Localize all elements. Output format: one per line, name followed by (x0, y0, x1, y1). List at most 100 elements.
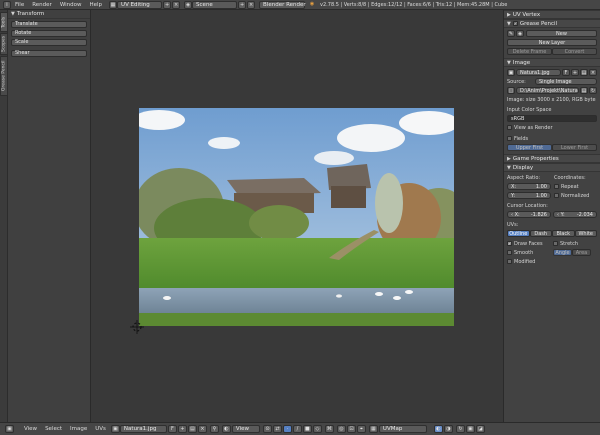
island-select-icon[interactable]: ◇ (312, 425, 322, 433)
aspect-y-field[interactable]: Y: 1.00 (507, 192, 551, 199)
uv-map-icon[interactable]: ▦ (368, 425, 378, 433)
grease-pencil-checkbox[interactable]: ✓ (512, 21, 518, 26)
image-panel-header[interactable]: ▼ Image (504, 58, 600, 67)
color-space-select[interactable]: sRGB (507, 115, 597, 122)
grease-new-button[interactable]: New (526, 30, 597, 37)
scene-select[interactable]: Scene (192, 0, 238, 9)
render-engine-select[interactable]: Blender Render (259, 0, 306, 9)
screen-layout-select[interactable]: UV Editing (117, 0, 163, 9)
menu-file[interactable]: File (11, 2, 28, 8)
filepath-field[interactable]: D:\Anim\Projekt\Natura1.jpg (516, 87, 579, 94)
browse-file-icon[interactable]: ▤ (580, 87, 588, 94)
face-select-icon[interactable]: ■ (302, 425, 312, 433)
stretch-checkbox[interactable] (553, 241, 558, 246)
lower-first-button[interactable]: Lower First (552, 144, 597, 151)
image-browse-icon[interactable]: ▣ (507, 69, 515, 76)
stretch-angle-button[interactable]: Angle (553, 249, 572, 256)
smooth-checkbox[interactable] (507, 250, 512, 255)
cursor-x-field[interactable]: ‹ X: -1.826 (507, 211, 551, 218)
scale-button[interactable]: Scale (11, 39, 87, 46)
game-properties-panel-header[interactable]: ▶ Game Properties (504, 154, 600, 163)
new-image-icon[interactable]: + (177, 425, 187, 433)
stretch-area-button[interactable]: Area (572, 249, 591, 256)
aspect-x-row: X: 1.00 Repeat (507, 183, 597, 190)
grease-pencil-panel-header[interactable]: ▼ ✓ Grease Pencil (504, 19, 600, 28)
draw-faces-checkbox[interactable]: ✓ (507, 241, 512, 246)
blender-logo-icon: ◉ (309, 0, 315, 7)
menu-uvs[interactable]: UVs (91, 426, 110, 432)
repeat-checkbox[interactable] (554, 184, 559, 189)
pivot-icon[interactable]: ⊙ (262, 425, 272, 433)
aspect-x-field[interactable]: X: 1.00 (507, 183, 551, 190)
vertex-select-icon[interactable]: · (282, 425, 292, 433)
tab-grease-pencil[interactable]: Grease Pencil (0, 56, 8, 96)
pin-icon[interactable]: ⚲ (209, 425, 219, 433)
snap-target-icon[interactable]: ⌖ (356, 425, 366, 433)
update-icon[interactable]: ↻ (455, 425, 465, 433)
display-channels-icon[interactable]: ◐ (433, 425, 443, 433)
image-name-field[interactable]: Natura1.jpg (516, 69, 561, 76)
tab-tools[interactable]: Tools (0, 12, 8, 32)
view-as-render-checkbox[interactable] (507, 125, 512, 130)
unlink-image-icon[interactable]: × (197, 425, 207, 433)
new-layer-button[interactable]: New Layer (507, 39, 597, 46)
mask-icon[interactable]: ◪ (475, 425, 485, 433)
menu-view[interactable]: View (20, 426, 41, 432)
menu-select[interactable]: Select (41, 426, 66, 432)
open-image-icon[interactable]: ▤ (187, 425, 197, 433)
unlink-image-icon[interactable]: × (589, 69, 597, 76)
source-select[interactable]: Single Image (535, 78, 597, 85)
reload-icon[interactable]: ↻ (589, 87, 597, 94)
menu-image[interactable]: Image (66, 426, 91, 432)
sticky-select-icon[interactable]: ⌘ (324, 425, 334, 433)
delete-frame-button[interactable]: Delete Frame (507, 48, 552, 55)
normalized-checkbox[interactable] (554, 193, 559, 198)
translate-button[interactable]: Translate (11, 21, 87, 28)
snap-icon[interactable]: ⊡ (346, 425, 356, 433)
uv-black-button[interactable]: Black (552, 230, 575, 237)
fields-checkbox[interactable] (507, 136, 512, 141)
texture-mode-icon[interactable]: ◐ (221, 425, 231, 433)
upper-first-button[interactable]: Upper First (507, 144, 552, 151)
scene-icon[interactable]: ◈ (184, 0, 193, 9)
shear-button[interactable]: Shear (11, 50, 87, 57)
add-scene-icon[interactable]: + (238, 0, 247, 9)
2d-cursor-icon[interactable] (130, 320, 144, 334)
uv-map-select[interactable]: UVMap (378, 425, 427, 433)
remove-layout-icon[interactable]: × (172, 0, 181, 9)
uv-dash-button[interactable]: Dash (529, 230, 552, 237)
image-name-field[interactable]: Natura1.jpg (119, 425, 167, 433)
remove-scene-icon[interactable]: × (247, 0, 256, 9)
display-panel-header[interactable]: ▼ Display (504, 163, 600, 172)
view-mode-select[interactable]: View (231, 425, 260, 433)
menu-window[interactable]: Window (56, 2, 86, 8)
alpha-channel-icon[interactable]: ◑ (443, 425, 453, 433)
menu-render[interactable]: Render (28, 2, 56, 8)
open-image-icon[interactable]: ▤ (580, 69, 588, 76)
uv-vertex-panel-header[interactable]: ▶ UV Vertex (504, 10, 600, 19)
convert-button[interactable]: Convert (552, 48, 597, 55)
scene-data-icon[interactable]: ◈ (516, 30, 524, 37)
menu-help[interactable]: Help (86, 2, 107, 8)
uv-white-button[interactable]: White (574, 230, 597, 237)
tab-scopes[interactable]: Scopes (0, 33, 8, 55)
edge-select-icon[interactable]: / (292, 425, 302, 433)
cursor-y-field[interactable]: ‹ Y: -2.034 (553, 211, 597, 218)
proportional-edit-icon[interactable]: ◎ (336, 425, 346, 433)
modified-checkbox[interactable] (507, 259, 512, 264)
fake-user-button[interactable]: F (562, 69, 570, 76)
transform-panel-header[interactable]: ▼ Transform (8, 10, 90, 19)
new-image-icon[interactable]: + (571, 69, 579, 76)
add-layout-icon[interactable]: + (163, 0, 172, 9)
fake-user-button[interactable]: F (167, 425, 177, 433)
editor-type-icon[interactable]: ▣ (5, 425, 14, 433)
pack-icon[interactable]: ◫ (507, 87, 515, 94)
uv-outline-button[interactable]: Outline (507, 230, 530, 237)
editor-type-icon[interactable]: i (3, 0, 11, 9)
image-browse-icon[interactable]: ▣ (110, 425, 120, 433)
render-preview-icon[interactable]: ▣ (465, 425, 475, 433)
rotate-button[interactable]: Rotate (11, 30, 87, 37)
layout-grid-icon[interactable]: ▦ (109, 0, 118, 9)
pencil-icon[interactable]: ✎ (507, 30, 515, 37)
sync-selection-icon[interactable]: ⇄ (272, 425, 282, 433)
